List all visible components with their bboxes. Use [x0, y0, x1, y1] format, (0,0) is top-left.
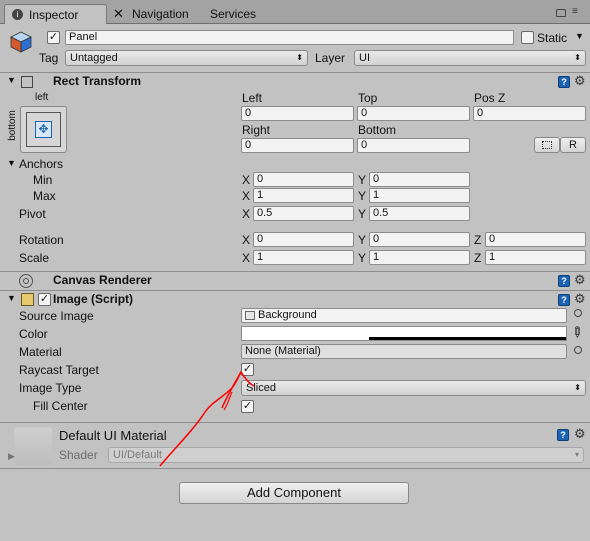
annotation-arrow — [159, 370, 255, 467]
